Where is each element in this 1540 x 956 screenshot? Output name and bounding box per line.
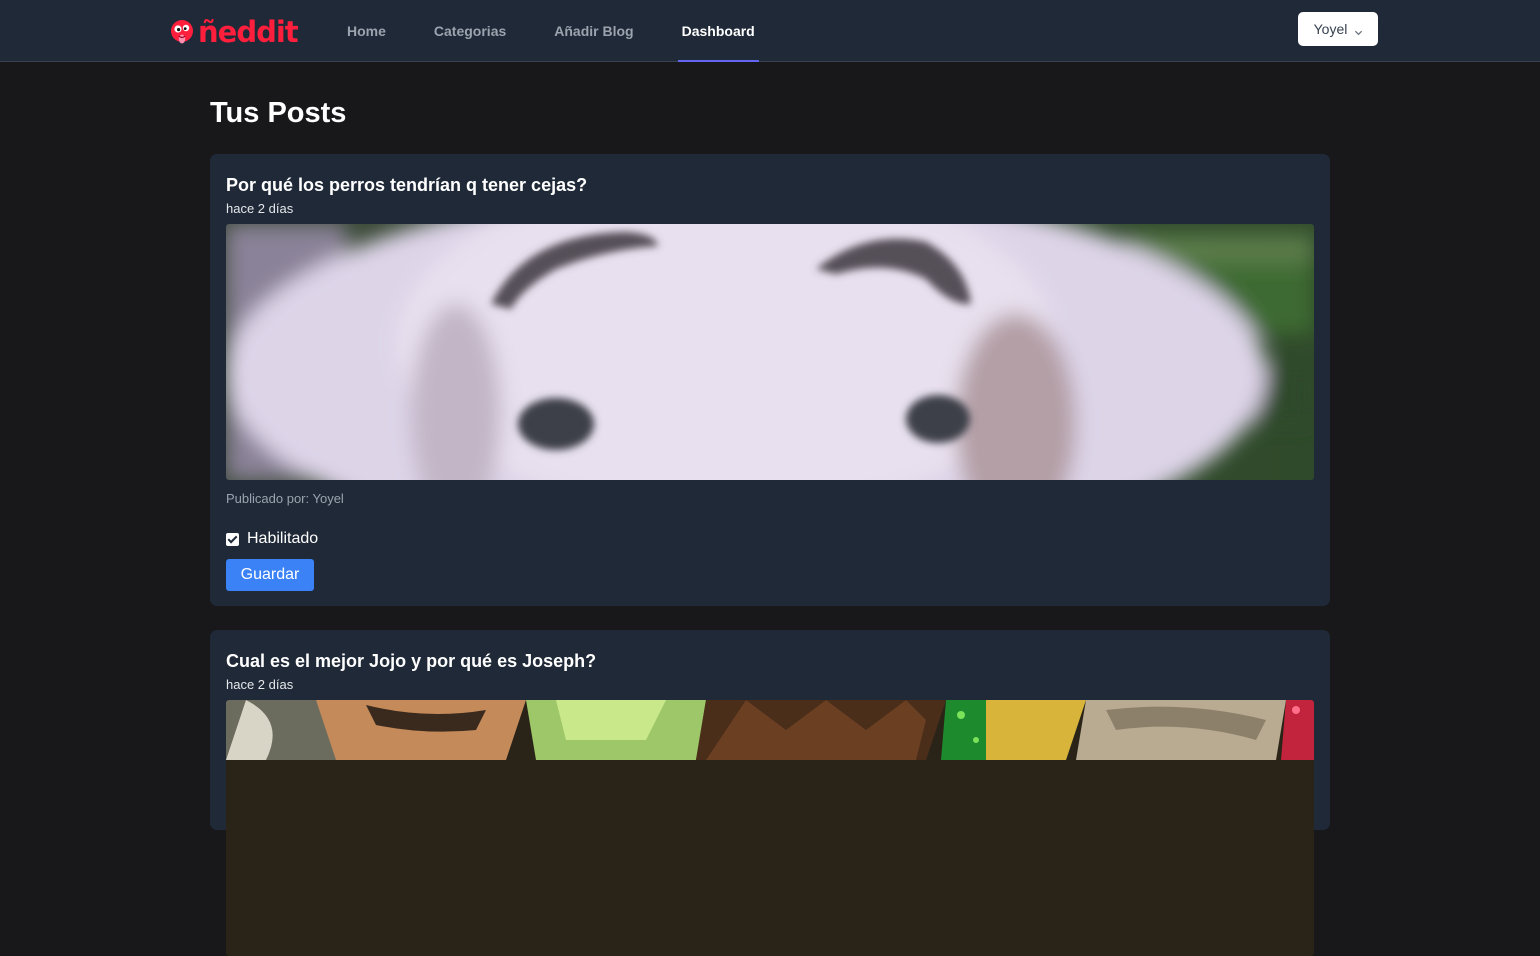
top-navbar: ñeddit Home Categorias Añadir Blog Dashb… [0,0,1540,62]
jojo-characters-image [226,700,1314,956]
enabled-toggle-row: Habilitado [226,529,1314,549]
enabled-label: Habilitado [247,530,319,547]
chevron-down-icon [1354,24,1363,36]
post-title[interactable]: Cual es el mejor Jojo y por qué es Josep… [226,650,1314,672]
logo-text: ñeddit [198,15,299,49]
post-card: Por qué los perros tendrían q tener ceja… [210,154,1330,606]
nav-links: Home Categorias Añadir Blog Dashboard [347,0,803,62]
post-card: Cual es el mejor Jojo y por qué es Josep… [210,630,1330,956]
nav-link-dashboard[interactable]: Dashboard [677,0,759,62]
user-menu-button[interactable]: Yoyel [1298,12,1378,46]
page-title: Tus Posts [210,97,347,129]
nav-link-anadir-blog[interactable]: Añadir Blog [554,0,633,62]
dog-with-eyebrows-image [226,224,1314,480]
nav-link-home[interactable]: Home [347,0,386,62]
logo[interactable]: ñeddit [170,15,299,49]
logo-face-icon [170,19,196,45]
save-button[interactable]: Guardar [226,559,314,591]
user-menu-label: Yoyel [1313,21,1348,37]
post-time: hace 2 días [226,201,294,216]
post-title[interactable]: Por qué los perros tendrían q tener ceja… [226,174,1314,196]
nav-link-categorias[interactable]: Categorias [434,0,506,62]
post-author: Publicado por: Yoyel [226,491,344,506]
post-time: hace 2 días [226,677,294,692]
enabled-checkbox[interactable] [226,532,239,546]
